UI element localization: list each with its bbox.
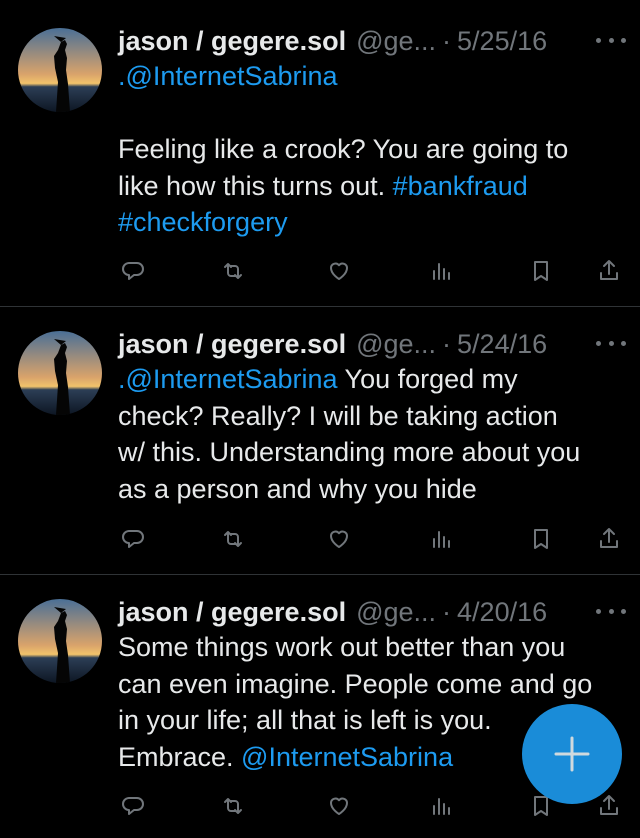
display-name[interactable]: jason / gegere.sol <box>118 329 346 360</box>
separator: · <box>442 25 452 56</box>
views-icon <box>433 531 450 548</box>
share-icon <box>600 795 618 815</box>
tweet-text-segment: Embrace. <box>118 741 242 772</box>
mention-link[interactable]: .@InternetSabrina <box>118 61 338 91</box>
timestamp[interactable]: 5/25/16 <box>457 26 547 57</box>
reply-icon <box>122 797 144 815</box>
like-icon <box>330 262 348 280</box>
tweet-header: jason / gegere.sol @ge... · 5/24/16 <box>118 327 626 361</box>
reply-button[interactable] <box>118 256 148 286</box>
mention-link[interactable]: @InternetSabrina <box>241 742 453 772</box>
like-button[interactable] <box>324 524 354 554</box>
tweet-text-line: w/ this. Understanding more about you <box>118 434 626 471</box>
tweet-header: jason / gegere.sol @ge... · 4/20/16 <box>118 595 626 629</box>
separator: · <box>442 328 452 359</box>
views-button[interactable] <box>426 524 456 554</box>
user-handle[interactable]: @ge... <box>356 597 436 628</box>
tweet-text: .@InternetSabrina Feeling like a crook? … <box>118 58 626 241</box>
hashtag-link[interactable]: #checkforgery <box>118 207 288 237</box>
mention-link[interactable]: .@InternetSabrina <box>118 364 338 394</box>
plus-icon <box>554 736 590 772</box>
avatar-image <box>18 331 102 415</box>
avatar-image <box>18 599 102 683</box>
timestamp[interactable]: 4/20/16 <box>457 597 547 628</box>
tweet-text-segment: Feeling like a crook? You are going to <box>118 134 569 164</box>
user-handle[interactable]: @ge... <box>356 26 436 57</box>
share-button[interactable] <box>594 256 624 286</box>
bookmark-button[interactable] <box>526 524 556 554</box>
tweet-text-segment: in your life; all that is left is you. <box>118 705 492 735</box>
tweet-text-line: .@InternetSabrina You forged my <box>118 361 626 398</box>
reply-button[interactable] <box>118 791 148 821</box>
action-bar <box>118 256 628 286</box>
retweet-button[interactable] <box>218 256 248 286</box>
bookmark-icon <box>534 261 548 281</box>
reply-button[interactable] <box>118 524 148 554</box>
user-handle[interactable]: @ge... <box>356 329 436 360</box>
hashtag-link[interactable]: #bankfraud <box>393 171 528 201</box>
display-name[interactable]: jason / gegere.sol <box>118 26 346 57</box>
views-button[interactable] <box>426 256 456 286</box>
tweet-text-line: check? Really? I will be taking action <box>118 398 626 435</box>
tweet-text-line: Feeling like a crook? You are going to <box>118 131 626 168</box>
tweet-header: jason / gegere.sol @ge... · 5/25/16 <box>118 24 626 58</box>
more-options-icon[interactable] <box>596 599 626 623</box>
tweet-text-segment: like how this turns out. <box>118 170 393 201</box>
separator: · <box>442 596 452 627</box>
tweet-text-segment: Some things work out better than you <box>118 632 566 662</box>
share-button[interactable] <box>594 524 624 554</box>
like-button[interactable] <box>324 791 354 821</box>
avatar[interactable] <box>18 28 102 112</box>
more-options-icon[interactable] <box>596 28 626 52</box>
avatar-image <box>18 28 102 112</box>
tweet-text-line: Some things work out better than you <box>118 629 626 666</box>
reply-icon <box>122 262 144 280</box>
tweet[interactable]: jason / gegere.sol @ge... · 4/20/16 Some… <box>0 575 640 838</box>
retweet-button[interactable] <box>218 791 248 821</box>
views-button[interactable] <box>426 791 456 821</box>
retweet-icon <box>224 263 242 279</box>
retweet-icon <box>224 798 242 814</box>
reply-icon <box>122 530 144 548</box>
like-icon <box>330 530 348 548</box>
timestamp[interactable]: 5/24/16 <box>457 329 547 360</box>
tweet-text-line: can even imagine. People come and go <box>118 666 626 703</box>
bookmark-icon <box>534 529 548 549</box>
like-button[interactable] <box>324 256 354 286</box>
tweet-text: .@InternetSabrina You forged my check? Re… <box>118 361 626 507</box>
tweet-text-segment: can even imagine. People come and go <box>118 668 593 699</box>
tweet-text-line: like how this turns out. #bankfraud <box>118 168 626 205</box>
views-icon <box>433 263 450 280</box>
share-icon <box>600 528 618 548</box>
display-name[interactable]: jason / gegere.sol <box>118 597 346 628</box>
retweet-button[interactable] <box>218 524 248 554</box>
bookmark-button[interactable] <box>526 256 556 286</box>
tweet-text-segment: as a person and why you hide <box>118 473 477 504</box>
tweet-text-segment: check? Really? I will be taking action <box>118 400 558 431</box>
tweet-text-line: as a person and why you hide <box>118 471 626 508</box>
tweet-text-line: .@InternetSabrina <box>118 58 626 95</box>
tweet-text-line <box>118 95 626 132</box>
tweet[interactable]: jason / gegere.sol @ge... · 5/24/16 .@In… <box>0 307 640 575</box>
action-bar <box>118 524 628 554</box>
like-icon <box>330 797 348 815</box>
tweet-text-segment: w/ this. Understanding more about you <box>118 437 581 467</box>
more-options-icon[interactable] <box>596 331 626 355</box>
tweet-text-segment: You forged my <box>337 364 518 394</box>
retweet-icon <box>224 531 242 547</box>
avatar[interactable] <box>18 331 102 415</box>
avatar[interactable] <box>18 599 102 683</box>
tweet[interactable]: jason / gegere.sol @ge... · 5/25/16 .@In… <box>0 0 640 307</box>
compose-button[interactable] <box>522 704 622 804</box>
share-icon <box>600 260 618 280</box>
tweet-text-line: #checkforgery <box>118 204 626 241</box>
views-icon <box>433 798 450 815</box>
